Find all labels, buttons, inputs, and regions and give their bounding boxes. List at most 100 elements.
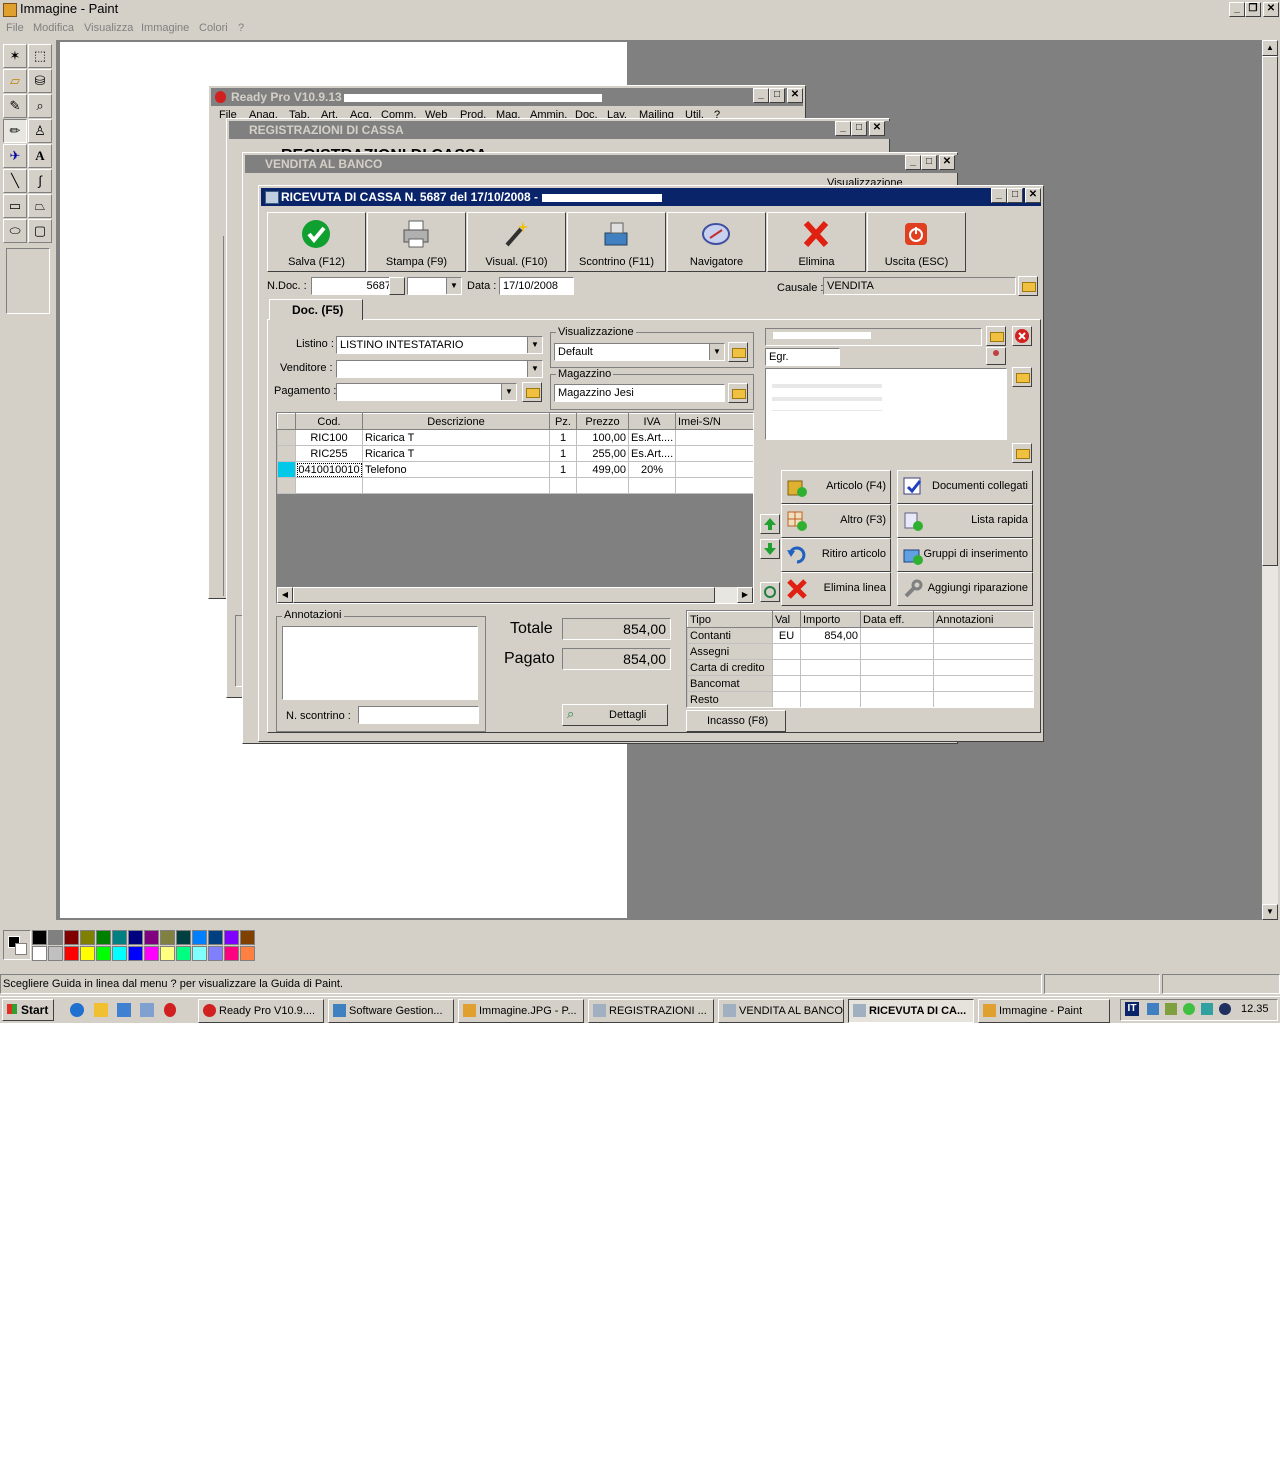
close-button[interactable]: ✕ [787, 88, 803, 103]
indirizzo-folder-icon[interactable] [1012, 367, 1032, 387]
maximize-button[interactable]: □ [769, 88, 785, 103]
cell-data[interactable] [860, 675, 934, 692]
table-row[interactable]: Assegni [687, 643, 1033, 660]
chevron-down-icon[interactable]: ▼ [527, 361, 542, 377]
venditore-combo[interactable]: ▼ [336, 360, 543, 378]
tab-doc[interactable]: Doc. (F5) [269, 299, 363, 320]
picker-icon[interactable]: ✎ [3, 94, 27, 118]
scroll-left-button[interactable]: ◀ [277, 587, 293, 603]
col-iva[interactable]: IVA [628, 413, 676, 430]
palette-swatch[interactable] [128, 946, 143, 961]
palette-swatch[interactable] [160, 946, 175, 961]
cell-iva[interactable]: 20% [628, 461, 676, 478]
series-combo[interactable]: ▼ [407, 277, 462, 295]
free-select-icon[interactable]: ✶ [3, 44, 27, 68]
rounded-rect-icon[interactable]: ▢ [28, 219, 52, 243]
palette-swatch[interactable] [144, 946, 159, 961]
menu-colori[interactable]: Colori [199, 22, 228, 34]
person-icon[interactable] [986, 347, 1006, 365]
registrazioni-title-bar[interactable]: REGISTRAZIONI DI CASSA [229, 121, 907, 139]
cell-val[interactable] [772, 643, 801, 660]
minimize-button[interactable]: _ [835, 121, 851, 136]
task-vendita[interactable]: VENDITA AL BANCO [718, 999, 844, 1023]
table-row[interactable]: Carta di credito [687, 659, 1033, 676]
polygon-icon[interactable]: ⏢ [28, 194, 52, 218]
cell-annot[interactable] [933, 691, 1033, 707]
cliente-folder-icon[interactable] [986, 326, 1006, 346]
task-registrazioni[interactable]: REGISTRAZIONI ... [588, 999, 714, 1023]
cell-imei[interactable] [675, 445, 753, 462]
task-ricevuta[interactable]: RICEVUTA DI CA... [848, 999, 974, 1023]
task-immagine-jpg[interactable]: Immagine.JPG - P... [458, 999, 584, 1023]
magnifier-icon[interactable]: ⌕ [28, 94, 52, 118]
chevron-down-icon[interactable]: ▼ [527, 337, 542, 353]
elimina-button[interactable]: Elimina [767, 212, 866, 272]
minimize-button[interactable]: _ [905, 155, 921, 170]
vendita-title-bar[interactable]: VENDITA AL BANCO [245, 155, 975, 173]
current-colors[interactable] [3, 930, 31, 960]
palette-swatch[interactable] [80, 946, 95, 961]
cell-data[interactable] [860, 643, 934, 660]
cell-annot[interactable] [933, 643, 1033, 660]
chevron-down-icon[interactable]: ▼ [446, 278, 461, 294]
cell-prezzo[interactable]: 255,00 [576, 445, 629, 462]
visualizzazione-combo[interactable]: Default ▼ [554, 343, 725, 361]
gruppi-button[interactable]: Gruppi di inserimento [897, 538, 1033, 572]
tool-options[interactable] [6, 248, 50, 314]
palette-swatch[interactable] [192, 930, 207, 945]
altro-button[interactable]: Altro (F3) [781, 504, 891, 538]
cell-empty[interactable] [362, 477, 550, 494]
cell-iva[interactable]: Es.Art.... [628, 429, 676, 446]
cell-prezzo[interactable]: 499,00 [576, 461, 629, 478]
menu-visualizza[interactable]: Visualizza [84, 22, 133, 34]
articolo-button[interactable]: Articolo (F4) [781, 470, 891, 504]
app-icon[interactable] [140, 1003, 154, 1017]
incasso-button[interactable]: Incasso (F8) [686, 710, 786, 732]
magazzino-folder-icon[interactable] [728, 383, 748, 403]
salva-button[interactable]: Salva (F12) [267, 212, 366, 272]
riparazione-button[interactable]: Aggiungi riparazione [897, 572, 1033, 606]
clock[interactable]: 12.35 [1241, 1003, 1269, 1015]
browser-icon[interactable] [117, 1003, 131, 1017]
cell-data[interactable] [860, 691, 934, 707]
nscontrino-field[interactable] [358, 706, 479, 724]
uscita-button[interactable]: Uscita (ESC) [867, 212, 966, 272]
ritiro-button[interactable]: Ritiro articolo [781, 538, 891, 572]
start-button[interactable]: Start [2, 999, 54, 1021]
causale-field[interactable]: VENDITA [823, 277, 1016, 295]
palette-swatch[interactable] [112, 946, 127, 961]
data-field[interactable]: 17/10/2008 [499, 277, 574, 295]
menu-help[interactable]: ? [238, 22, 244, 34]
eraser-icon[interactable]: ▱ [3, 69, 27, 93]
palette-swatch[interactable] [224, 930, 239, 945]
col-cod[interactable]: Cod. [295, 413, 363, 430]
cell-empty[interactable] [295, 477, 363, 494]
lista-rapida-button[interactable]: Lista rapida [897, 504, 1033, 538]
scroll-thumb[interactable] [293, 587, 715, 603]
ellipse-icon[interactable]: ⬭ [3, 219, 27, 243]
pagamento-folder-icon[interactable] [522, 382, 542, 402]
antivirus-icon[interactable] [1219, 1003, 1231, 1015]
cell-importo[interactable]: 854,00 [800, 627, 861, 644]
cell-descrizione[interactable]: Ricarica T [362, 429, 550, 446]
palette-swatch[interactable] [208, 946, 223, 961]
palette-swatch[interactable] [96, 930, 111, 945]
text-icon[interactable]: A [28, 144, 52, 168]
maximize-button[interactable]: □ [1007, 188, 1023, 203]
cell-prezzo[interactable]: 100,00 [576, 429, 629, 446]
visual-button[interactable]: Visual. (F10) [467, 212, 566, 272]
cell-iva[interactable]: Es.Art.... [628, 445, 676, 462]
task-readypro[interactable]: Ready Pro V10.9.... [198, 999, 324, 1023]
cell-annot[interactable] [933, 675, 1033, 692]
cell-val[interactable]: EU [772, 627, 801, 644]
palette-swatch[interactable] [160, 930, 175, 945]
col-imei[interactable]: Imei-S/N [675, 413, 753, 430]
col-prezzo[interactable]: Prezzo [576, 413, 629, 430]
messenger-icon[interactable] [1201, 1003, 1213, 1015]
palette-swatch[interactable] [176, 930, 191, 945]
cell-annot[interactable] [933, 659, 1033, 676]
table-row[interactable]: 0410010010 Telefono 1 499,00 20% [277, 461, 753, 478]
outlook-icon[interactable] [94, 1003, 108, 1017]
palette-swatch[interactable] [32, 946, 47, 961]
cell-importo[interactable] [800, 643, 861, 660]
